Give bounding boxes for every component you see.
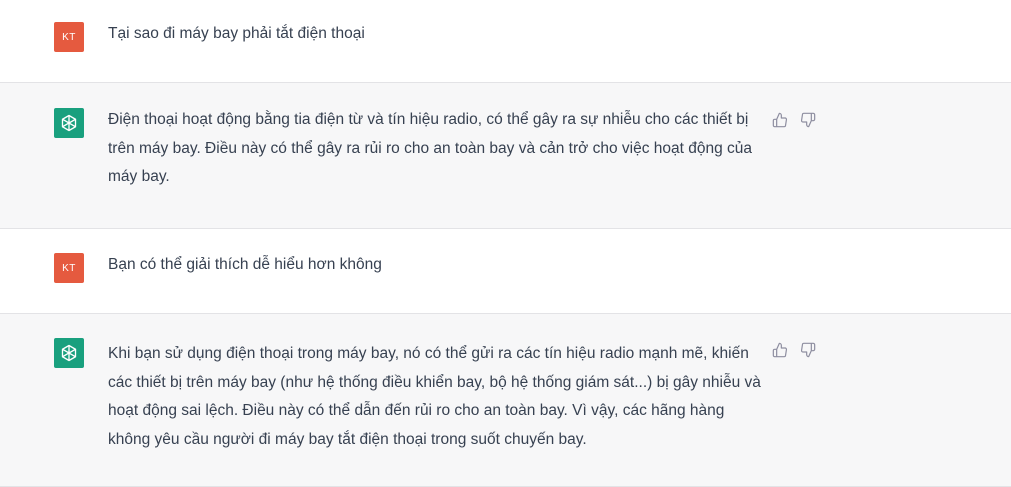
user-message-row: KT Bạn có thể giải thích dễ hiểu hơn khô… (0, 229, 1011, 313)
user-avatar: KT (54, 253, 84, 283)
chat-thread: KT Tại sao đi máy bay phải tắt điện thoạ… (0, 0, 1011, 487)
user-avatar-initials: KT (62, 262, 76, 274)
openai-logo-icon (54, 338, 84, 368)
thumbs-up-icon[interactable] (770, 340, 790, 360)
user-message-text: Tại sao đi máy bay phải tắt điện thoại (108, 25, 365, 42)
assistant-message-row: Khi bạn sử dụng điện thoại trong máy bay… (0, 314, 1011, 486)
user-message-text: Bạn có thể giải thích dễ hiểu hơn không (108, 256, 382, 273)
assistant-message-text: Khi bạn sử dụng điện thoại trong máy bay… (108, 345, 761, 448)
user-avatar: KT (54, 22, 84, 52)
openai-logo-icon (54, 108, 84, 138)
feedback-actions (770, 110, 818, 130)
assistant-message-text: Điện thoại hoạt động bằng tia điện từ và… (108, 111, 753, 185)
assistant-message-row: Điện thoại hoạt động bằng tia điện từ và… (0, 83, 1011, 228)
thumbs-down-icon[interactable] (798, 110, 818, 130)
feedback-actions (770, 340, 818, 360)
user-avatar-initials: KT (62, 31, 76, 43)
thumbs-down-icon[interactable] (798, 340, 818, 360)
thumbs-up-icon[interactable] (770, 110, 790, 130)
user-message-row: KT Tại sao đi máy bay phải tắt điện thoạ… (0, 0, 1011, 82)
